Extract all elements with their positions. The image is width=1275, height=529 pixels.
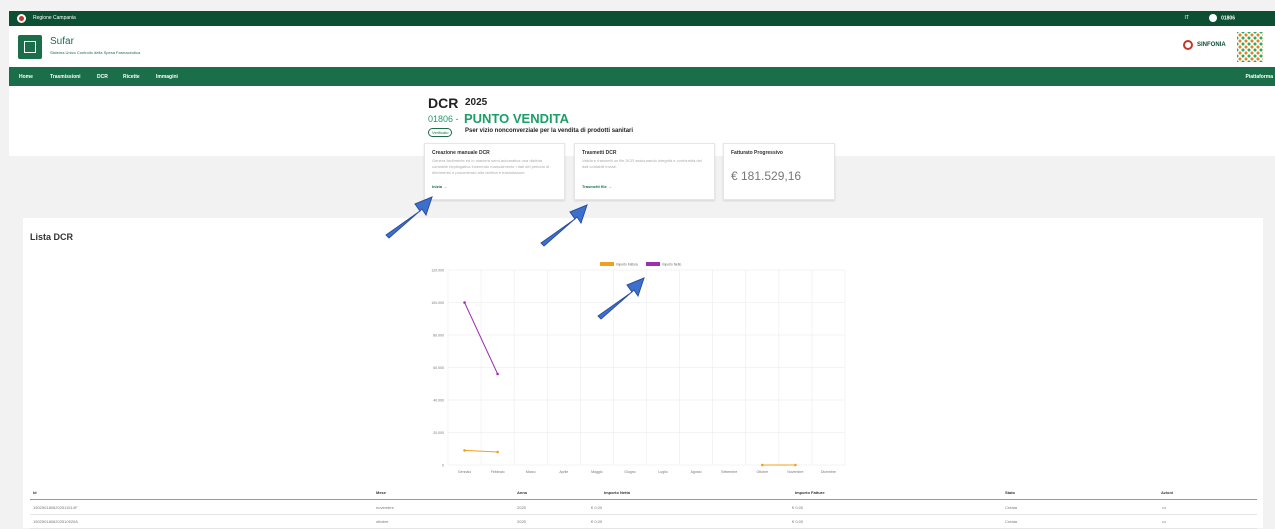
x-tick-label: Maggio (591, 470, 603, 474)
card-title: Trasmetti DCR (582, 150, 617, 156)
y-tick-label: 100.000 (431, 301, 444, 305)
col-header-azioni: Azioni (1161, 490, 1173, 495)
top-bar: Regione Campania IT 01806 (9, 11, 1275, 26)
y-tick-label: 120.000 (431, 269, 444, 273)
pv-description: Pser vizio nonconverziale per la vendita… (465, 128, 634, 134)
app-logo-icon (18, 35, 42, 59)
arrow-right-icon: → (443, 184, 448, 189)
cell-importo-fatture: € 0,00 (792, 519, 804, 524)
brand-symbol-icon (1183, 40, 1193, 50)
status-badge: Verificato (428, 128, 453, 137)
brand-pattern-icon (1237, 32, 1263, 62)
x-tick-label: Marzo (526, 470, 536, 474)
x-tick-label: Aprile (559, 470, 568, 474)
chart-y-ticks: 0 20.000 40.000 60.000 80.000 100.000 120.000 (431, 269, 444, 468)
card-link-label: Trasmetti file (582, 184, 607, 189)
nav-item-dcr[interactable]: DCR (97, 74, 108, 80)
x-tick-label: Febbraio (491, 470, 505, 474)
card-fatturato-progressivo: Fatturato Progressivo € 181.529,16 (723, 143, 835, 200)
page-year: 2025 (465, 97, 488, 108)
cell-id: 1502501806202510520A (33, 519, 78, 524)
x-tick-label: Giugno (624, 470, 635, 474)
nav-item-trasmissioni[interactable]: Trasmissioni (50, 74, 81, 80)
card-link-inizia[interactable]: Inizia → (432, 184, 447, 189)
cell-importo-netto: € 0,00 (591, 519, 603, 524)
card-link-label: Inizia (432, 184, 443, 189)
card-link-trasmetti[interactable]: Trasmetti file → (582, 184, 612, 189)
nav-item-piattaforma[interactable]: Piattaforma (1245, 74, 1273, 80)
legend-swatch (646, 262, 660, 266)
cell-stato: Creata (1005, 519, 1018, 524)
col-header-anno[interactable]: Anno (517, 490, 527, 495)
x-tick-label: Luglio (658, 470, 667, 474)
section-title: Lista DCR (30, 232, 74, 242)
table-row[interactable]: 1502501806202511514F novembre 2025 € 0,0… (30, 502, 1257, 515)
user-menu[interactable]: 01806 (1209, 14, 1235, 22)
col-header-importo-netto[interactable]: Importo Netto (604, 490, 630, 495)
chart-series (463, 301, 797, 467)
arrow-right-icon: → (607, 184, 612, 189)
x-tick-label: Gennaio (458, 470, 471, 474)
x-tick-label: Ottobre (756, 470, 768, 474)
y-tick-label: 80.000 (433, 334, 444, 338)
col-header-mese[interactable]: Mese (376, 490, 386, 495)
fatturato-value: € 181.529,16 (731, 169, 802, 183)
pv-code: 01806 - (428, 114, 459, 124)
main-nav: Home Trasmissioni DCR Ricette Immagini P… (9, 67, 1275, 86)
nav-item-home[interactable]: Home (19, 74, 33, 80)
actions-menu-icon[interactable]: ••• (1162, 519, 1166, 524)
app-header: Sufar Sistema Unico Controllo della Spes… (9, 26, 1275, 67)
cell-id: 1502501806202511514F (33, 505, 78, 510)
y-tick-label: 60.000 (433, 366, 444, 370)
annotation-arrow-icon (385, 196, 433, 239)
col-header-importo-fatture[interactable]: Importo Fatture (795, 490, 825, 495)
card-description: Genera facilmente ed in maniera semi-aut… (432, 158, 550, 175)
legend-swatch (600, 262, 614, 266)
card-trasmetti-dcr[interactable]: Trasmetti DCR Valida e trasmetti un file… (574, 143, 715, 200)
x-tick-label: Settembre (721, 470, 737, 474)
y-tick-label: 0 (442, 464, 444, 468)
chart-x-ticks: Gennaio Febbraio Marzo Aprile Maggio Giugno Lu… (458, 470, 836, 474)
card-description: Valida e trasmetti un file DCR assicuran… (582, 158, 702, 169)
brand-logo: SINFONIA (1183, 32, 1263, 62)
col-header-id[interactable]: Id (33, 490, 37, 495)
annotation-arrow-icon (597, 277, 645, 320)
chart-legend: Importo Fattura Importo Netto (600, 262, 682, 267)
nav-item-ricette[interactable]: Ricette (123, 74, 140, 80)
region-logo-icon (17, 14, 26, 23)
page-title: DCR (428, 95, 459, 111)
cell-importo-fatture: € 0,00 (792, 505, 804, 510)
brand-name: SINFONIA (1197, 42, 1226, 48)
cell-importo-netto: € 0,00 (591, 505, 603, 510)
region-name: Regione Campania (33, 15, 76, 21)
pv-name: PUNTO VENDITA (464, 111, 569, 126)
app-subtitle: Sistema Unico Controllo della Spesa Farm… (50, 50, 141, 55)
app-name[interactable]: Sufar (50, 36, 74, 47)
cell-mese: ottobre (376, 519, 389, 524)
y-tick-label: 40.000 (433, 399, 444, 403)
card-title: Fatturato Progressivo (731, 150, 783, 156)
x-tick-label: Dicembre (821, 470, 836, 474)
cell-anno: 2025 (517, 519, 526, 524)
x-tick-label: Agosto (691, 470, 702, 474)
cell-anno: 2025 (517, 505, 526, 510)
cell-mese: novembre (376, 505, 394, 510)
col-header-stato[interactable]: Stato (1005, 490, 1015, 495)
annotation-arrow-icon (540, 204, 588, 247)
cell-stato: Creata (1005, 505, 1018, 510)
nav-item-immagini[interactable]: Immagini (156, 74, 178, 80)
y-tick-label: 20.000 (433, 431, 444, 435)
table-header-row: Id Mese Anno Importo Netto Importo Fattu… (30, 487, 1257, 500)
actions-menu-icon[interactable]: ••• (1162, 505, 1166, 510)
card-title: Creazione manuale DCR (432, 150, 490, 156)
language-selector[interactable]: IT (1185, 15, 1189, 21)
x-tick-label: Novembre (787, 470, 803, 474)
legend-label: Importo Fattura (616, 263, 638, 267)
legend-label: Importo Netto (662, 263, 682, 267)
table-row[interactable]: 1502501806202510520A ottobre 2025 € 0,00… (30, 516, 1257, 529)
